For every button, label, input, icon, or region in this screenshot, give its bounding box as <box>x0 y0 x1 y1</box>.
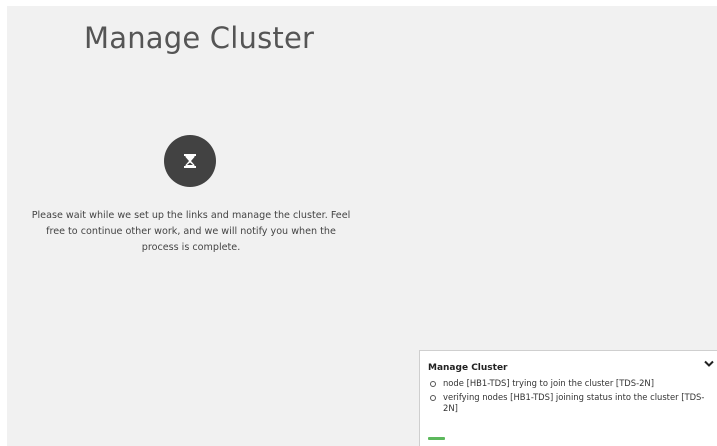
wait-message: Please wait while we set up the links an… <box>31 210 351 253</box>
list-item: node [HB1-TDS] trying to join the cluste… <box>428 378 710 389</box>
chevron-down-icon <box>704 360 714 367</box>
wait-indicator <box>164 135 216 187</box>
notification-item-text: verifying nodes [HB1-TDS] joining status… <box>443 392 705 413</box>
notification-item-text: node [HB1-TDS] trying to join the cluste… <box>443 378 654 388</box>
bullet-icon <box>430 381 436 387</box>
list-item: verifying nodes [HB1-TDS] joining status… <box>428 392 710 414</box>
collapse-button[interactable] <box>703 358 715 370</box>
notification-title: Manage Cluster <box>428 363 508 373</box>
notification-header: Manage Cluster <box>428 357 717 373</box>
hourglass-icon <box>184 154 196 168</box>
bullet-icon <box>430 395 436 401</box>
page: Manage Cluster Please wait while we set … <box>0 0 717 446</box>
progress-bar <box>428 437 710 440</box>
progress-fill <box>428 437 445 440</box>
notification-list: node [HB1-TDS] trying to join the cluste… <box>428 378 710 417</box>
page-title: Manage Cluster <box>84 21 315 55</box>
notification-panel: Manage Cluster node [HB1-TDS] trying to … <box>419 350 717 446</box>
